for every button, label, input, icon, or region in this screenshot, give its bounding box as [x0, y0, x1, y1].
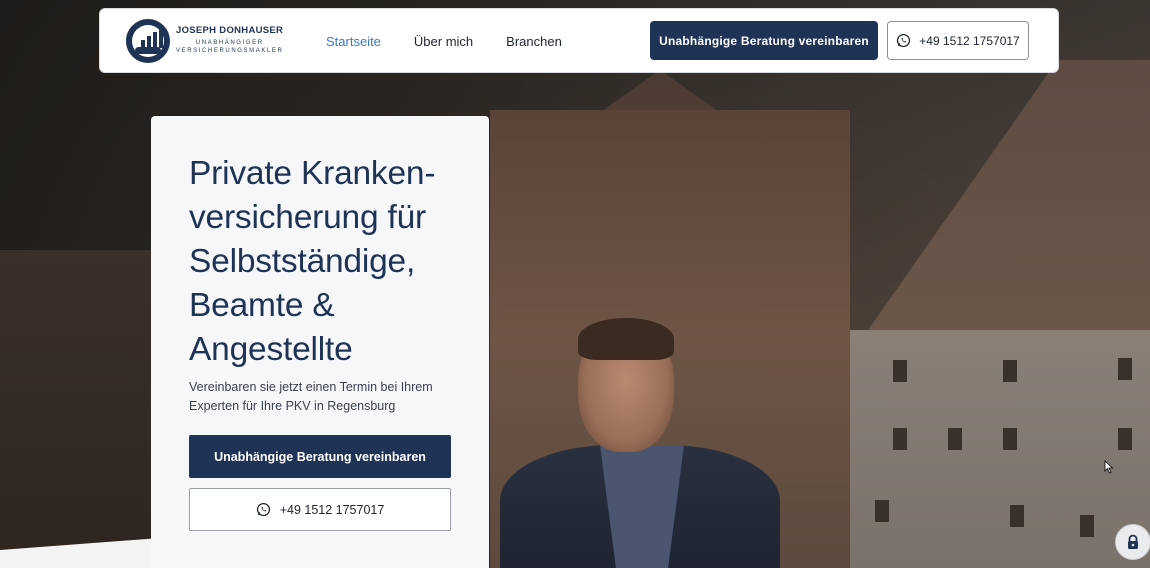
header-phone-button[interactable]: +49 1512 1757017: [887, 21, 1029, 60]
whatsapp-icon: [256, 502, 270, 517]
brand-logo[interactable]: JOSEPH DONHAUSER UNABHÄNGIGER VERSICHERU…: [126, 19, 283, 63]
hero-heading-line: versicherung für: [189, 199, 426, 236]
window: [1080, 515, 1094, 537]
brand-subtitle-line2: VERSICHERUNGSMAKLER: [176, 47, 284, 54]
hero-subtext: Vereinbaren sie jetzt einen Termin bei I…: [189, 380, 433, 413]
window: [893, 360, 907, 382]
hero-consultation-button[interactable]: Unabhängige Beratung vereinbaren: [189, 435, 451, 478]
window: [1010, 505, 1024, 527]
window: [1003, 360, 1017, 382]
hero-phone-label: +49 1512 1757017: [279, 502, 385, 517]
background-building-right: [810, 330, 1150, 568]
hero-heading-line: Angestellte: [189, 331, 353, 368]
window: [1118, 428, 1132, 450]
logo-icon: [126, 19, 170, 63]
person-hair: [578, 318, 674, 360]
privacy-settings-button[interactable]: [1115, 524, 1150, 560]
hero-heading-line: Private Kranken-: [189, 155, 436, 192]
window: [948, 428, 962, 450]
background-building-left: [0, 250, 160, 568]
hero-heading-line: Selbstständige,: [189, 243, 416, 280]
window: [893, 428, 907, 450]
nav-item-ueber-mich[interactable]: Über mich: [414, 34, 473, 49]
hero-heading-line: Beamte &: [189, 287, 335, 324]
window: [1118, 358, 1132, 380]
hero-card: Private Kranken- versicherung für Selbst…: [151, 116, 489, 568]
main-nav: Startseite Über mich Branchen: [326, 9, 562, 74]
hero-heading: Private Kranken- versicherung für Selbst…: [189, 152, 479, 372]
site-header: JOSEPH DONHAUSER UNABHÄNGIGER VERSICHERU…: [99, 8, 1059, 73]
header-consultation-button[interactable]: Unabhängige Beratung vereinbaren: [650, 21, 878, 60]
whatsapp-icon: [897, 33, 911, 48]
brand-name: JOSEPH DONHAUSER: [176, 25, 284, 37]
brand-subtitle: UNABHÄNGIGER VERSICHERUNGSMAKLER: [176, 40, 283, 56]
lock-icon: [1128, 534, 1138, 549]
nav-item-startseite[interactable]: Startseite: [326, 34, 381, 49]
header-phone-label: +49 1512 1757017: [919, 33, 1020, 48]
mouse-cursor-icon: [1104, 460, 1114, 474]
nav-item-branchen[interactable]: Branchen: [506, 34, 562, 49]
window: [1003, 428, 1017, 450]
window: [875, 500, 889, 522]
brand-text: JOSEPH DONHAUSER UNABHÄNGIGER VERSICHERU…: [176, 26, 283, 55]
brand-subtitle-line1: UNABHÄNGIGER: [195, 39, 264, 46]
hero-phone-button[interactable]: +49 1512 1757017: [189, 488, 451, 531]
